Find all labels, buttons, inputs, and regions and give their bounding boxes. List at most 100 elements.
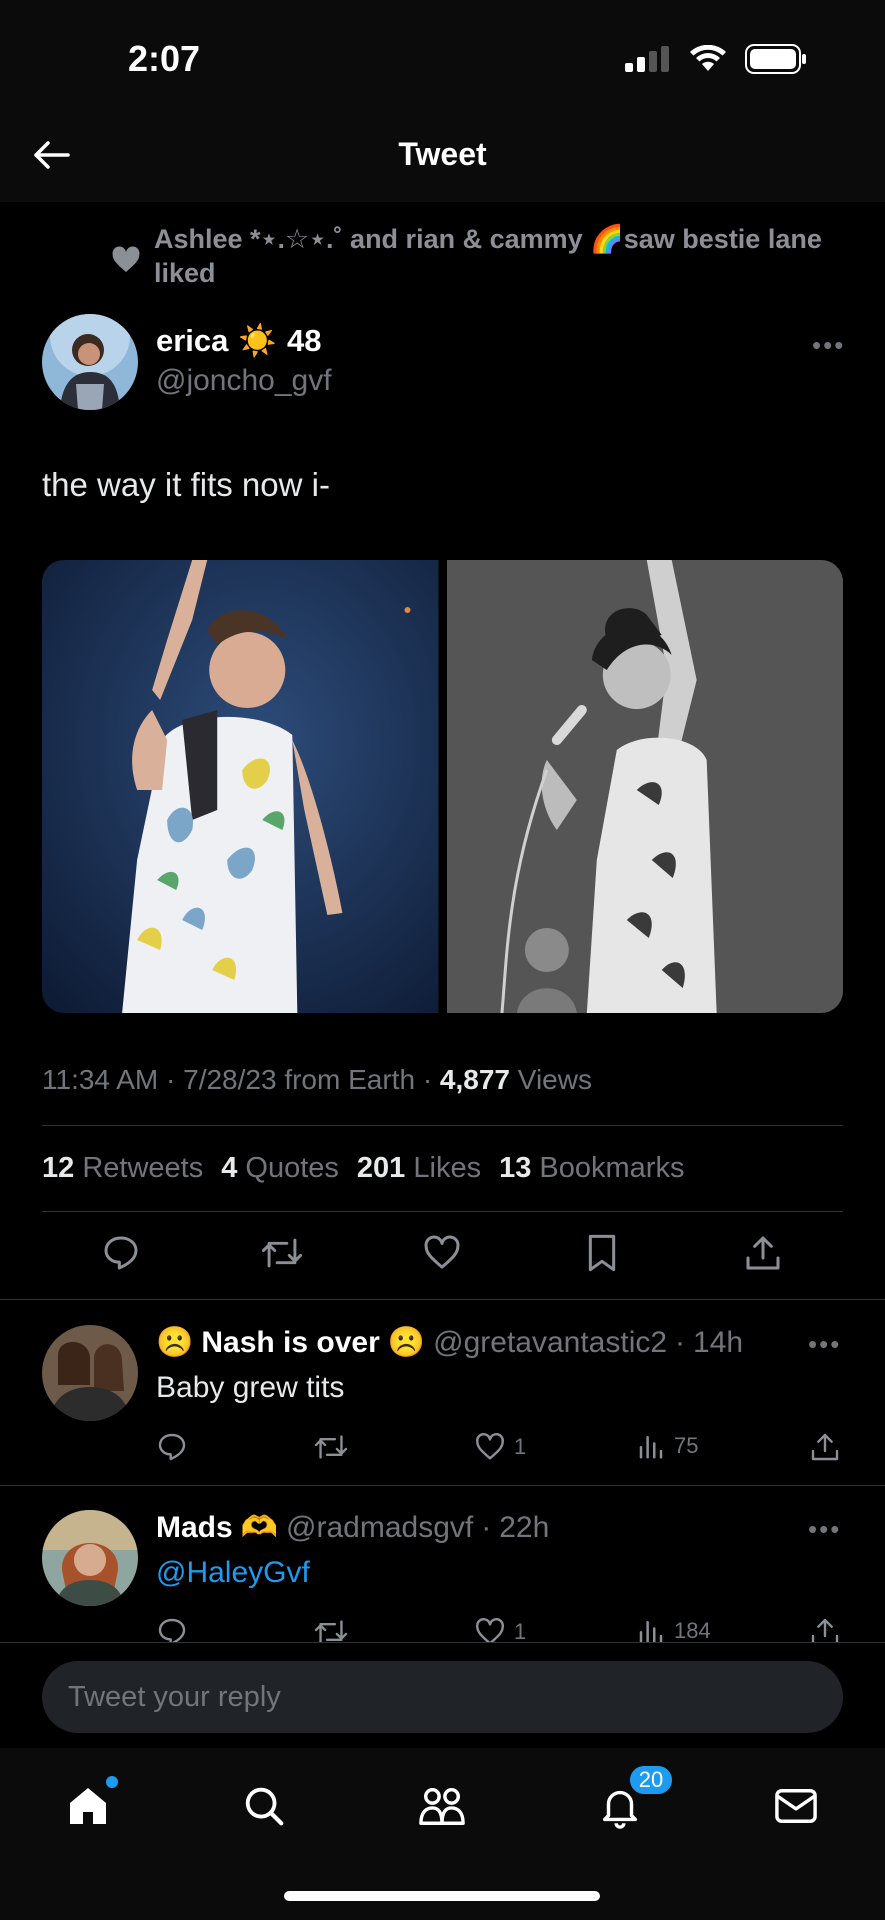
social-context[interactable]: Ashlee *⋆.☆⋆.˚ and rian & cammy 🌈saw bes… bbox=[110, 222, 830, 290]
share-icon bbox=[811, 1618, 839, 1642]
share-icon bbox=[746, 1236, 780, 1270]
divider bbox=[0, 1299, 885, 1300]
bookmarks-stat[interactable]: 13 Bookmarks bbox=[499, 1152, 684, 1185]
tab-notifications[interactable]: 20 bbox=[590, 1764, 674, 1836]
status-time: 2:07 bbox=[128, 38, 201, 79]
reply-button[interactable] bbox=[98, 1230, 144, 1276]
reply-input[interactable] bbox=[42, 1661, 843, 1733]
avatar[interactable] bbox=[42, 1510, 138, 1606]
divider bbox=[42, 1211, 843, 1212]
reply-item[interactable]: ☹️ Nash is over ☹️ @gretavantastic2 · 14… bbox=[0, 1325, 885, 1485]
battery-icon bbox=[745, 44, 806, 74]
frown-emoji: ☹️ bbox=[156, 1326, 194, 1359]
bookmark-button[interactable] bbox=[579, 1230, 625, 1276]
retweet-button[interactable] bbox=[259, 1230, 305, 1276]
status-bar: 2:07 bbox=[0, 0, 885, 110]
retweet-icon bbox=[314, 1620, 348, 1642]
heart-icon bbox=[112, 246, 140, 272]
heart-outline-icon bbox=[424, 1235, 460, 1269]
tweet-media bbox=[42, 560, 843, 1013]
page-title: Tweet bbox=[398, 136, 487, 172]
retweet-icon bbox=[261, 1238, 303, 1268]
like-button[interactable]: 1 bbox=[474, 1431, 526, 1463]
tab-search[interactable] bbox=[234, 1776, 294, 1836]
share-button[interactable] bbox=[810, 1616, 840, 1642]
reply-author-name[interactable]: Nash is over bbox=[201, 1326, 379, 1360]
reply-input-container[interactable] bbox=[42, 1661, 843, 1733]
avatar[interactable] bbox=[42, 314, 138, 410]
share-button[interactable] bbox=[810, 1431, 840, 1463]
retweet-button[interactable] bbox=[314, 1616, 348, 1642]
more-options-icon[interactable]: ••• bbox=[808, 1514, 841, 1545]
home-indicator bbox=[284, 1891, 600, 1901]
tweet-time: 11:34 AM bbox=[42, 1064, 159, 1095]
reply-button[interactable] bbox=[156, 1616, 188, 1642]
like-button[interactable] bbox=[419, 1230, 465, 1276]
tweet-source: from Earth bbox=[284, 1064, 416, 1095]
reply-author-name[interactable]: Mads bbox=[156, 1511, 233, 1545]
reply-author-handle[interactable]: @gretavantastic2 bbox=[433, 1326, 667, 1360]
bookmark-icon bbox=[588, 1234, 616, 1272]
mention-link[interactable]: @HaleyGvf bbox=[156, 1556, 310, 1590]
reply-header: ☹️ Nash is over ☹️ @gretavantastic2 · 14… bbox=[156, 1325, 744, 1360]
social-context-text: Ashlee *⋆.☆⋆.˚ and rian & cammy 🌈saw bes… bbox=[154, 224, 822, 288]
status-icons bbox=[625, 44, 807, 74]
reply-header: Mads 🫶 @radmadsgvf · 22h bbox=[156, 1510, 550, 1545]
author-name[interactable]: erica ☀️ 48 bbox=[156, 322, 322, 359]
reply-item[interactable]: Mads 🫶 @radmadsgvf · 22h ••• @HaleyGvf 1… bbox=[0, 1510, 885, 1642]
communities-icon bbox=[419, 1787, 465, 1825]
reply-text: Baby grew tits bbox=[156, 1371, 345, 1404]
tweet-text: the way it fits now i- bbox=[42, 466, 330, 503]
reply-composer bbox=[0, 1642, 885, 1748]
author-name-suffix: 48 bbox=[287, 322, 322, 358]
reply-author-handle[interactable]: @radmadsgvf bbox=[286, 1511, 473, 1545]
reply-time: 14h bbox=[693, 1325, 744, 1359]
tab-home[interactable] bbox=[58, 1776, 118, 1836]
reply-icon bbox=[158, 1433, 186, 1461]
views-label: Views bbox=[517, 1064, 592, 1095]
frown-emoji: ☹️ bbox=[387, 1326, 426, 1359]
like-count: 1 bbox=[514, 1434, 527, 1459]
views-count: 4,877 bbox=[439, 1064, 510, 1095]
more-options-icon[interactable]: ••• bbox=[812, 330, 845, 361]
wifi-icon bbox=[690, 45, 726, 71]
heart-outline-icon bbox=[476, 1433, 504, 1460]
tweet-actions bbox=[0, 1230, 885, 1282]
heart-outline-icon bbox=[476, 1618, 504, 1642]
tweet-date: 7/28/23 bbox=[183, 1064, 277, 1095]
like-button[interactable]: 1 bbox=[474, 1616, 526, 1642]
mail-icon bbox=[775, 1789, 817, 1823]
retweets-stat[interactable]: 12 Retweets bbox=[42, 1152, 203, 1185]
home-indicator-dot bbox=[106, 1776, 118, 1788]
author-handle[interactable]: @joncho_gvf bbox=[156, 364, 332, 398]
nav-bar: Tweet bbox=[0, 110, 885, 202]
more-options-icon[interactable]: ••• bbox=[808, 1329, 841, 1360]
tweet-stats: 12 Retweets 4 Quotes 201 Likes 13 Bookma… bbox=[42, 1152, 684, 1185]
tab-messages[interactable] bbox=[766, 1776, 826, 1836]
tab-communities[interactable] bbox=[412, 1776, 472, 1836]
tweet-author: erica ☀️ 48 @joncho_gvf ••• bbox=[42, 314, 845, 414]
home-icon bbox=[70, 1788, 106, 1824]
notifications-badge: 20 bbox=[628, 1764, 674, 1796]
reply-button[interactable] bbox=[156, 1431, 188, 1463]
share-icon bbox=[811, 1433, 839, 1461]
retweet-button[interactable] bbox=[314, 1431, 348, 1463]
divider bbox=[42, 1125, 843, 1126]
likes-stat[interactable]: 201 Likes bbox=[357, 1152, 481, 1185]
like-count: 1 bbox=[514, 1619, 527, 1642]
quotes-stat[interactable]: 4 Quotes bbox=[221, 1152, 339, 1185]
views-button[interactable]: 75 bbox=[636, 1431, 698, 1461]
media-photo-right[interactable] bbox=[446, 560, 843, 1013]
author-name-text: erica bbox=[156, 322, 229, 358]
search-icon bbox=[245, 1787, 284, 1826]
views-button[interactable]: 184 bbox=[636, 1616, 711, 1642]
divider bbox=[0, 1485, 885, 1486]
media-photo-left[interactable] bbox=[42, 560, 439, 1013]
signal-icon bbox=[625, 46, 669, 72]
retweet-icon bbox=[314, 1435, 348, 1459]
heart-hands-emoji: 🫶 bbox=[240, 1511, 279, 1544]
avatar[interactable] bbox=[42, 1325, 138, 1421]
reply-actions: 1 184 bbox=[156, 1616, 846, 1642]
share-button[interactable] bbox=[740, 1230, 786, 1276]
reply-time: 22h bbox=[499, 1510, 550, 1544]
